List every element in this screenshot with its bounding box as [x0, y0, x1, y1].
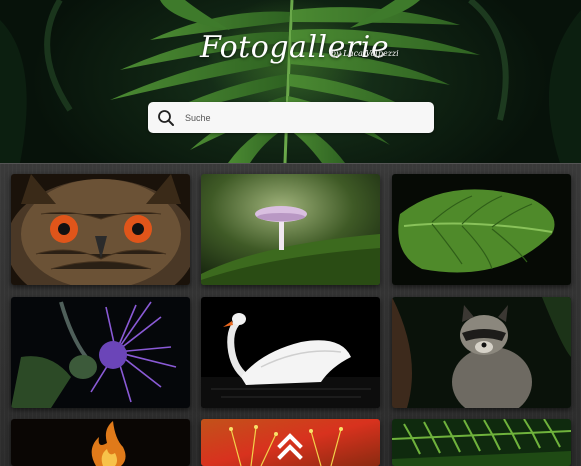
scroll-to-top-button[interactable] [275, 430, 305, 462]
search-input[interactable] [184, 102, 434, 133]
double-chevron-up-icon [277, 433, 303, 460]
mushroom-photo [201, 174, 380, 285]
photo-tile-raccoon[interactable] [392, 297, 571, 408]
hero-header: Fotogallerie by Luca Volpezzi [0, 0, 581, 163]
photo-tile-swan[interactable] [201, 297, 380, 408]
photo-tile-thistle[interactable] [11, 297, 190, 408]
site-title: Fotogallerie [200, 30, 390, 65]
site-byline: by Luca Volpezzi [331, 49, 399, 58]
fern-background-image [0, 0, 581, 163]
fire-photo [11, 419, 190, 466]
leaf-photo [392, 174, 571, 285]
photo-tile-fern[interactable] [392, 419, 571, 466]
photo-tile-owl[interactable] [11, 174, 190, 285]
photo-tile-mushroom[interactable] [201, 174, 380, 285]
photo-tile-leaf[interactable] [392, 174, 571, 285]
owl-photo [11, 174, 190, 285]
search-icon[interactable] [148, 102, 184, 133]
swan-photo [201, 297, 380, 408]
search-bar [148, 102, 434, 133]
photo-tile-fire[interactable] [11, 419, 190, 466]
thistle-photo [11, 297, 190, 408]
site-logo[interactable]: Fotogallerie by Luca Volpezzi [200, 30, 400, 80]
raccoon-photo [392, 297, 571, 408]
fern-photo [392, 419, 571, 466]
